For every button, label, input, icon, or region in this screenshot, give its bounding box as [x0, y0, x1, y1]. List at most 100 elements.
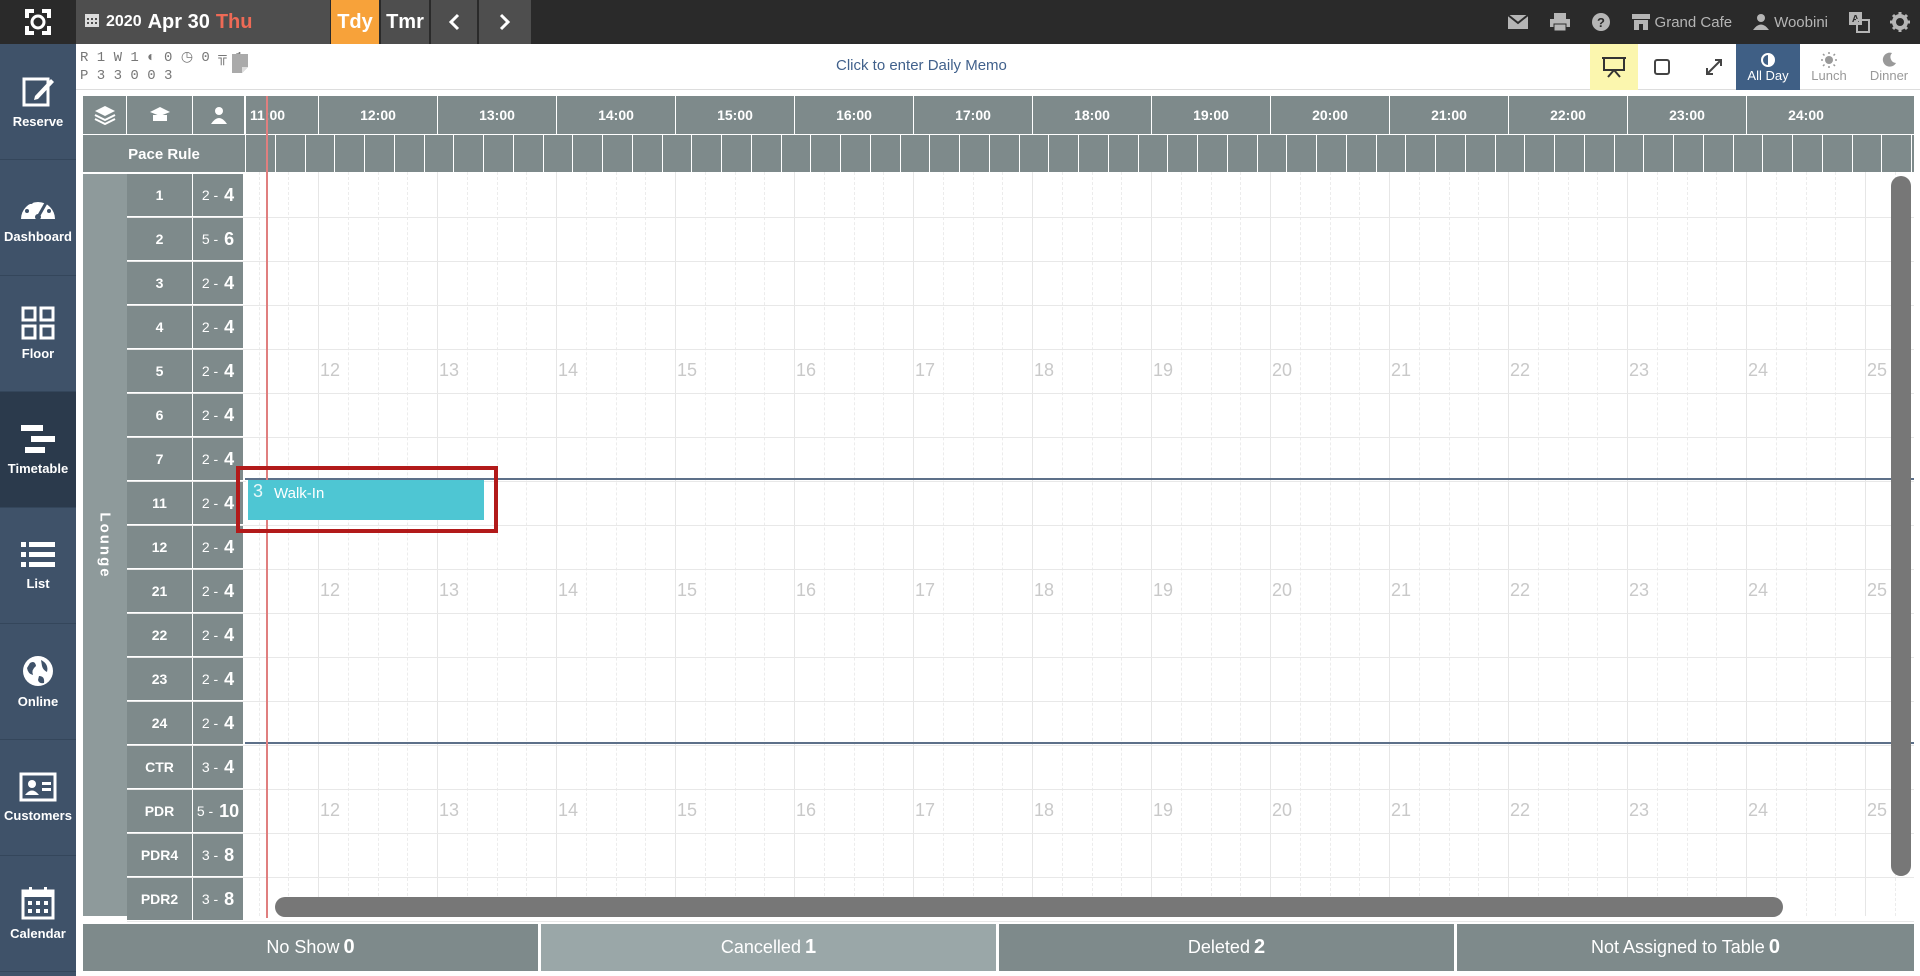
- table-name[interactable]: 12: [127, 526, 193, 569]
- settings-gear-icon[interactable]: [1890, 12, 1910, 32]
- pace-rule-cell[interactable]: [840, 135, 869, 173]
- table-name[interactable]: 6: [127, 394, 193, 437]
- table-row[interactable]: 21 2 - 4: [127, 570, 1914, 614]
- today-button[interactable]: Tdy: [331, 0, 379, 44]
- pace-rule-cell[interactable]: [1316, 135, 1345, 173]
- pace-rule-cell[interactable]: [1673, 135, 1702, 173]
- table-name[interactable]: 21: [127, 570, 193, 613]
- pace-rule-cell[interactable]: [1613, 135, 1643, 173]
- pace-rule-cell[interactable]: [691, 135, 720, 173]
- horizontal-scrollbar[interactable]: [275, 897, 1783, 917]
- sidebar-item-online[interactable]: Online: [0, 624, 76, 740]
- sidebar-item-reserve[interactable]: Reserve: [0, 44, 76, 160]
- presenter-view-button[interactable]: [1590, 44, 1638, 90]
- all-day-button[interactable]: All Day: [1736, 44, 1800, 90]
- table-row[interactable]: CTR 3 - 4: [127, 746, 1914, 790]
- prev-day-button[interactable]: [431, 0, 477, 44]
- layers-icon[interactable]: [83, 96, 127, 134]
- compact-view-button[interactable]: [1638, 44, 1686, 90]
- pace-rule-cell[interactable]: [1554, 135, 1583, 173]
- daily-memo[interactable]: Click to enter Daily Memo: [836, 57, 1007, 74]
- pace-rule-cell[interactable]: [274, 135, 304, 173]
- pace-rule-cell[interactable]: [1643, 135, 1672, 173]
- pace-rule-cell[interactable]: [483, 135, 512, 173]
- memo-note-icon[interactable]: [230, 52, 250, 79]
- pace-rule-cell[interactable]: [869, 135, 899, 173]
- pace-rule-cell[interactable]: [1226, 135, 1256, 173]
- pace-rule-cell[interactable]: [1762, 135, 1791, 173]
- pace-rule-cell[interactable]: [661, 135, 691, 173]
- table-row[interactable]: 25 - 6: [127, 218, 1914, 262]
- pace-rule-cell[interactable]: [393, 135, 423, 173]
- pace-rule-cell[interactable]: [1286, 135, 1315, 173]
- pace-rule-cell[interactable]: [1881, 135, 1910, 173]
- cancelled-button[interactable]: Cancelled 1: [541, 924, 996, 971]
- table-row[interactable]: PDR4 3 - 8: [127, 834, 1914, 878]
- pace-rule-cell[interactable]: [1792, 135, 1821, 173]
- pace-rule-cell[interactable]: [1048, 135, 1077, 173]
- sidebar-item-customers[interactable]: Customers: [0, 740, 76, 856]
- pace-rule-cell[interactable]: [1702, 135, 1732, 173]
- pace-rule-cell[interactable]: [899, 135, 929, 173]
- pax-sort-icon[interactable]: [193, 96, 245, 134]
- date-picker[interactable]: 2020 Apr 30 Thu: [76, 0, 330, 44]
- table-name[interactable]: CTR: [127, 746, 193, 789]
- pace-rule-cell[interactable]: [1405, 135, 1434, 173]
- pace-rule-cell[interactable]: [334, 135, 363, 173]
- pace-rule-cell[interactable]: [1524, 135, 1553, 173]
- pace-rule-cell[interactable]: [1137, 135, 1167, 173]
- user-menu[interactable]: Woobini: [1752, 13, 1828, 31]
- mail-icon[interactable]: [1506, 14, 1529, 30]
- fullscreen-button[interactable]: [1690, 44, 1738, 90]
- table-row[interactable]: 23 2 - 4: [127, 658, 1914, 702]
- pace-rule-cell[interactable]: [1197, 135, 1226, 173]
- pace-rule-cell[interactable]: [1107, 135, 1137, 173]
- table-name[interactable]: 1: [127, 174, 193, 217]
- table-name[interactable]: 3: [127, 262, 193, 305]
- pace-rule-cell[interactable]: [1911, 135, 1920, 173]
- pace-rule-cell[interactable]: [988, 135, 1018, 173]
- table-row[interactable]: PDR 5 - 10: [127, 790, 1914, 834]
- pace-rule-cell[interactable]: [453, 135, 482, 173]
- table-row[interactable]: 42 - 4: [127, 306, 1914, 350]
- dinner-button[interactable]: Dinner: [1858, 44, 1920, 90]
- table-name[interactable]: 24: [127, 702, 193, 745]
- pace-rule-cell[interactable]: [1018, 135, 1048, 173]
- pace-rule-cell[interactable]: [423, 135, 453, 173]
- pace-rule-cell[interactable]: [245, 135, 274, 173]
- table-row[interactable]: 52 - 4: [127, 350, 1914, 394]
- table-row[interactable]: 12 - 4: [127, 174, 1914, 218]
- lunch-button[interactable]: Lunch: [1800, 44, 1858, 90]
- pace-rule-cell[interactable]: [1851, 135, 1881, 173]
- sidebar-item-floor[interactable]: Floor: [0, 276, 76, 392]
- sidebar-item-list[interactable]: List: [0, 508, 76, 624]
- pace-rule-cell[interactable]: [572, 135, 601, 173]
- pace-rule-cell[interactable]: [1078, 135, 1107, 173]
- vertical-scrollbar[interactable]: [1891, 176, 1911, 876]
- help-icon[interactable]: ?: [1591, 12, 1611, 32]
- table-sort-icon[interactable]: [127, 96, 193, 134]
- next-day-button[interactable]: [479, 0, 531, 44]
- pace-rule-cell[interactable]: [631, 135, 661, 173]
- pace-rule-cell[interactable]: [750, 135, 780, 173]
- sidebar-item-calendar[interactable]: Calendar: [0, 856, 76, 972]
- pace-rule-cell[interactable]: [721, 135, 750, 173]
- table-row[interactable]: 22 2 - 4: [127, 614, 1914, 658]
- no-show-button[interactable]: No Show 0: [83, 924, 538, 971]
- tomorrow-button[interactable]: Tmr: [381, 0, 429, 44]
- deleted-button[interactable]: Deleted 2: [999, 924, 1454, 971]
- table-name[interactable]: 11: [127, 482, 193, 525]
- pace-rule-cell[interactable]: [959, 135, 988, 173]
- pace-rule-cell[interactable]: [602, 135, 631, 173]
- not-assigned-button[interactable]: Not Assigned to Table 0: [1457, 924, 1914, 971]
- table-name[interactable]: 4: [127, 306, 193, 349]
- table-row[interactable]: 32 - 4: [127, 262, 1914, 306]
- pace-rule-cell[interactable]: [1167, 135, 1196, 173]
- app-logo-icon[interactable]: [0, 0, 76, 44]
- pace-rule-cell[interactable]: [1375, 135, 1405, 173]
- pace-rule-cell[interactable]: [1494, 135, 1524, 173]
- print-icon[interactable]: [1549, 12, 1571, 32]
- language-icon[interactable]: A: [1848, 11, 1870, 33]
- pace-rule-cell[interactable]: [364, 135, 393, 173]
- pace-rule-cell[interactable]: [512, 135, 542, 173]
